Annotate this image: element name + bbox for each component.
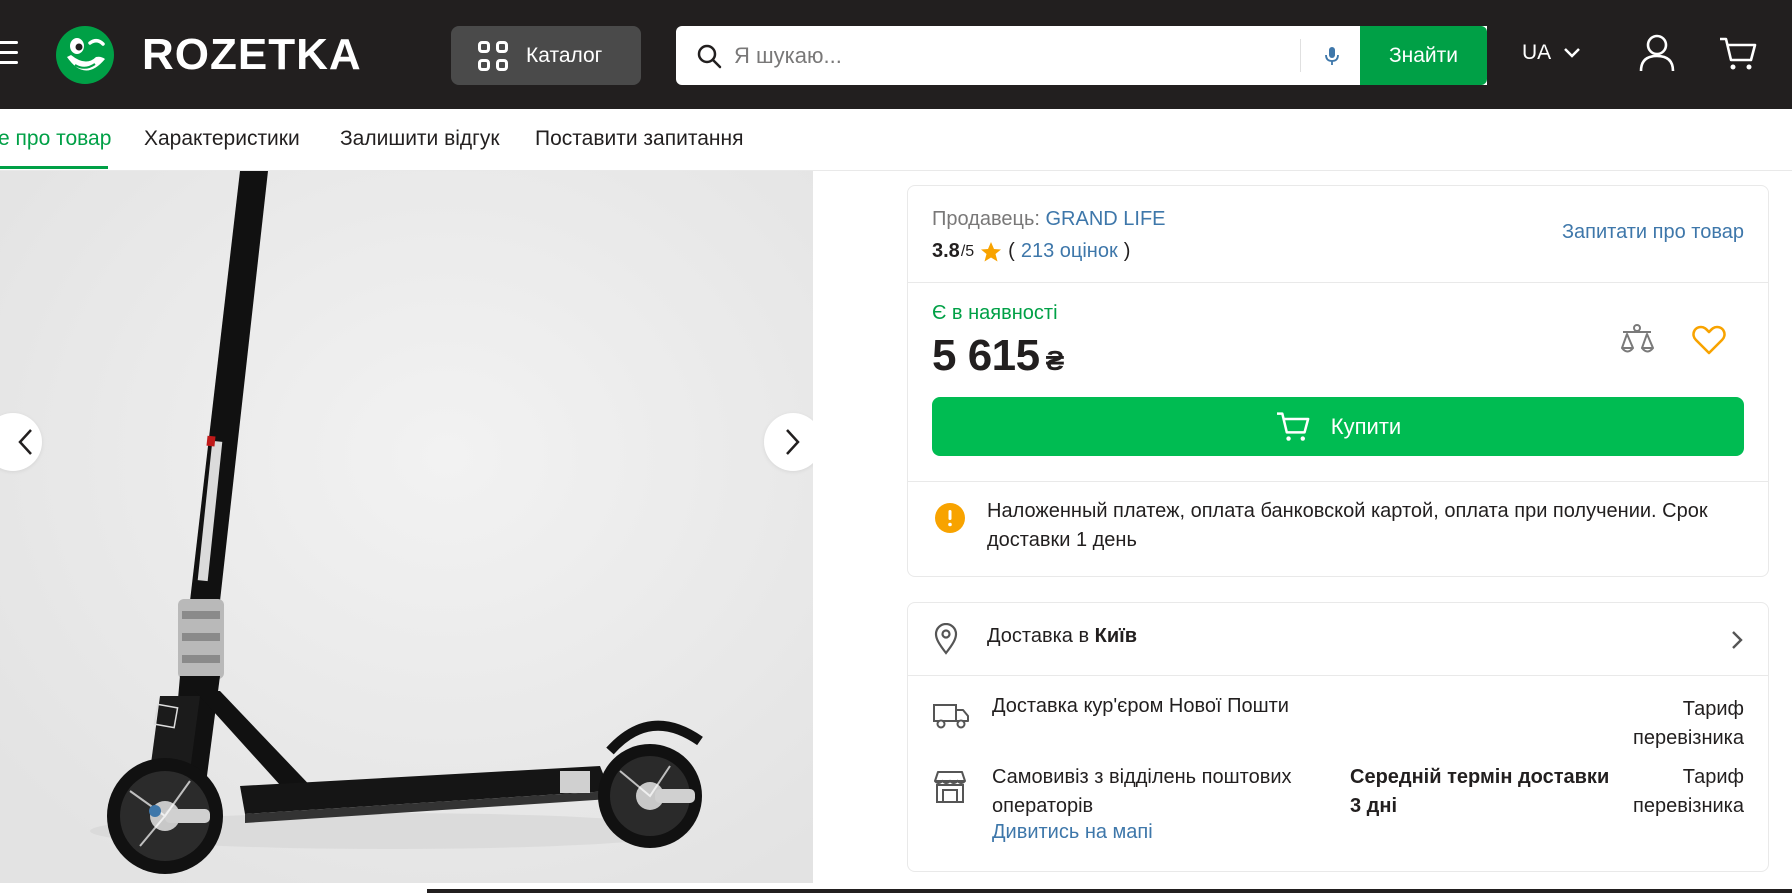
- tab-ask-question[interactable]: Поставити запитання: [535, 127, 743, 151]
- divider: [908, 675, 1768, 676]
- language-label: UA: [1522, 41, 1552, 64]
- chevron-right-icon: [786, 429, 800, 455]
- search-divider: [1300, 39, 1301, 72]
- buy-label: Купити: [1330, 413, 1402, 439]
- view-on-map-link[interactable]: Дивитись на мапі: [992, 821, 1153, 844]
- gallery-next-button[interactable]: [764, 413, 813, 471]
- price-value: 5 615: [932, 331, 1040, 380]
- pickup-delivery-name: Самовивіз з відділень поштових операторі…: [992, 766, 1292, 817]
- buy-card: Продавець: GRAND LIFE 3.8 /5 ( 213 оціно…: [907, 185, 1769, 577]
- logo-icon[interactable]: [55, 25, 115, 85]
- seller-label: Продавець:: [932, 208, 1040, 230]
- reviews-close: ): [1123, 240, 1131, 262]
- pickup-delivery-term: Середній термін доставки 3 дні: [1350, 766, 1610, 817]
- product-tabs: е про товар Характеристики Залишити відг…: [0, 109, 1792, 171]
- stock-status: Є в наявності: [932, 302, 1058, 324]
- cart-icon[interactable]: [1718, 36, 1758, 72]
- user-icon[interactable]: [1638, 33, 1676, 73]
- product-gallery: [0, 171, 813, 883]
- delivery-card: Доставка в Київ Доставка кур'єром Нової …: [907, 602, 1769, 872]
- ask-about-product-link[interactable]: Запитати про товар: [1562, 221, 1744, 244]
- tab-about[interactable]: е про товар: [0, 127, 111, 151]
- reviews-link[interactable]: 213 оцінок: [1021, 240, 1118, 263]
- search-button[interactable]: Знайти: [1360, 26, 1487, 85]
- cart-icon: [1276, 411, 1310, 441]
- product-image[interactable]: [0, 171, 813, 883]
- logo-text[interactable]: ROZETKA: [142, 30, 362, 80]
- divider: [908, 282, 1768, 283]
- delivery-city[interactable]: Доставка в Київ: [987, 625, 1137, 648]
- language-selector[interactable]: UA: [1522, 41, 1581, 65]
- chevron-left-icon: [18, 429, 32, 455]
- chevron-down-icon: [1564, 48, 1581, 58]
- seller-name-link[interactable]: GRAND LIFE: [1046, 208, 1166, 230]
- tab-leave-review[interactable]: Залишити відгук: [340, 127, 500, 151]
- bottom-bar: [427, 889, 1792, 893]
- payment-info: Наложенный платеж, оплата банковской кар…: [987, 500, 1708, 551]
- warning-icon: [935, 503, 965, 533]
- seller-info: Продавець: GRAND LIFE: [932, 208, 1166, 231]
- product-price: 5 615 ₴: [932, 331, 1064, 381]
- truck-icon: [933, 704, 969, 729]
- microphone-icon[interactable]: [1320, 43, 1344, 69]
- currency-symbol: ₴: [1045, 345, 1065, 376]
- reviews-open: (: [1008, 240, 1015, 262]
- compare-scales-icon[interactable]: [1618, 322, 1656, 360]
- divider: [908, 481, 1768, 482]
- heart-icon[interactable]: [1692, 324, 1726, 356]
- catalog-label: Каталог: [526, 43, 603, 67]
- search-input[interactable]: [734, 26, 1294, 85]
- delivery-prefix: Доставка в: [987, 625, 1090, 647]
- header: ROZETKA Каталог Знайти UA: [0, 0, 1792, 109]
- catalog-button[interactable]: Каталог: [451, 26, 641, 85]
- menu-icon[interactable]: [0, 41, 18, 65]
- rating-max: /5: [960, 242, 975, 260]
- pickup-delivery-tariff: Тариф перевізника: [1633, 766, 1744, 817]
- chevron-right-icon[interactable]: [1730, 629, 1744, 651]
- tab-characteristics[interactable]: Характеристики: [144, 127, 300, 151]
- star-icon: [981, 241, 1002, 261]
- city-name: Київ: [1094, 625, 1138, 647]
- active-tab-indicator: [0, 166, 108, 169]
- rating-value: 3.8: [932, 240, 960, 262]
- courier-delivery-tariff: Тариф перевізника: [1633, 698, 1744, 749]
- search-icon: [697, 44, 722, 69]
- seller-rating: 3.8 /5 ( 213 оцінок ): [932, 240, 1130, 263]
- location-pin-icon: [934, 623, 958, 655]
- buy-button[interactable]: Купити: [932, 397, 1744, 456]
- pickup-point-icon: [934, 771, 966, 803]
- courier-delivery-name: Доставка кур'єром Нової Пошти: [992, 695, 1289, 717]
- grid-icon: [478, 40, 508, 71]
